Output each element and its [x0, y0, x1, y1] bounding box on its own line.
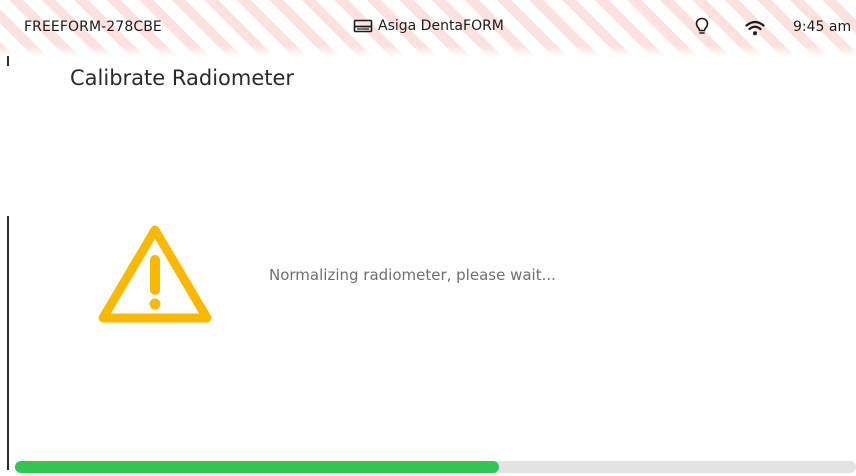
status-bar: FREEFORM-278CBE Asiga DentaFORM 9:45 am: [0, 0, 856, 56]
wifi-icon[interactable]: [745, 20, 765, 40]
left-edge-gap: [7, 66, 9, 216]
printer-icon: [353, 19, 373, 33]
calibrate-radiometer-screen: FREEFORM-278CBE Asiga DentaFORM 9:45 am …: [0, 0, 856, 476]
progress-fill: [15, 461, 499, 473]
progress-bar: [15, 461, 856, 473]
device-id: FREEFORM-278CBE: [24, 19, 162, 35]
page-title: Calibrate Radiometer: [70, 66, 295, 90]
printer-name: Asiga DentaFORM: [378, 18, 504, 34]
printer-indicator: Asiga DentaFORM: [353, 18, 504, 34]
lightbulb-icon[interactable]: [695, 17, 709, 41]
status-message: Normalizing radiometer, please wait...: [269, 266, 556, 284]
warning-icon: [95, 222, 215, 332]
clock-time: 9:45 am: [793, 19, 852, 35]
